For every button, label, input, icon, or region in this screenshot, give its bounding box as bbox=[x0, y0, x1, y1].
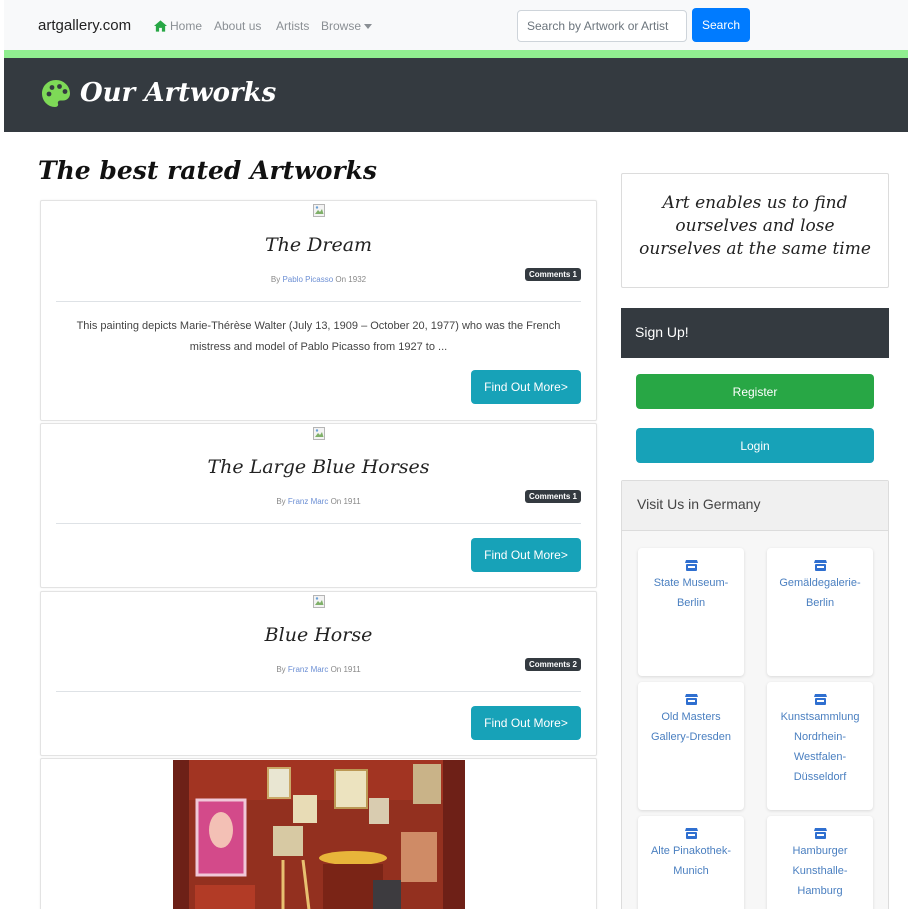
comments-badge: Comments 1 bbox=[524, 268, 581, 281]
divider bbox=[56, 691, 581, 692]
artwork-byline: By Pablo Picasso On 1932 bbox=[41, 275, 596, 284]
nav-artists-link[interactable]: Artists bbox=[276, 19, 309, 33]
building-icon bbox=[684, 828, 698, 839]
byline-by: By bbox=[276, 497, 286, 506]
visit-us-header: Visit Us in Germany bbox=[622, 481, 888, 531]
login-button[interactable]: Login bbox=[636, 428, 874, 463]
search-input[interactable] bbox=[517, 10, 687, 42]
gallery-name: Kunstsammlung Nordrhein-Westfalen-Düssel… bbox=[780, 711, 860, 783]
broken-image-icon bbox=[313, 595, 325, 608]
gallery-card[interactable]: Old Masters Gallery-Dresden bbox=[638, 682, 744, 810]
home-icon bbox=[154, 20, 167, 32]
building-icon bbox=[813, 560, 827, 571]
comments-badge: Comments 2 bbox=[524, 658, 581, 671]
visit-us-panel: Visit Us in Germany State Museum-Berlin … bbox=[621, 480, 889, 909]
nav-browse-label: Browse bbox=[321, 19, 362, 33]
artwork-excerpt: This painting depicts Marie-Thérèse Walt… bbox=[76, 320, 561, 353]
byline-year: On 1932 bbox=[335, 275, 367, 284]
building-icon bbox=[684, 694, 698, 705]
building-icon bbox=[684, 560, 698, 571]
gallery-card[interactable]: State Museum-Berlin bbox=[638, 548, 744, 676]
red-studio-painting bbox=[173, 760, 465, 909]
nav-browse-dropdown[interactable]: Browse bbox=[321, 19, 373, 33]
gallery-card[interactable]: Gemäldegalerie-Berlin bbox=[767, 548, 873, 676]
artwork-title[interactable]: Blue Horse bbox=[41, 624, 596, 646]
register-button[interactable]: Register bbox=[636, 374, 874, 409]
artist-link[interactable]: Franz Marc bbox=[288, 497, 328, 506]
broken-image-icon bbox=[313, 204, 325, 217]
building-icon bbox=[813, 694, 827, 705]
gallery-card[interactable]: Alte Pinakothek-Munich bbox=[638, 816, 744, 909]
palette-icon bbox=[42, 80, 70, 107]
divider bbox=[56, 523, 581, 524]
byline-by: By bbox=[270, 275, 281, 284]
section-heading: The best rated Artworks bbox=[38, 156, 377, 185]
quote-text: Art enables us to find ourselves and los… bbox=[639, 193, 871, 259]
gallery-card[interactable]: Hamburger Kunsthalle-Hamburg bbox=[767, 816, 873, 909]
artwork-title[interactable]: The Dream bbox=[41, 234, 596, 256]
gallery-card[interactable]: Kunstsammlung Nordrhein-Westfalen-Düssel… bbox=[767, 682, 873, 810]
gallery-name: Gemäldegalerie-Berlin bbox=[779, 577, 861, 609]
artwork-byline: By Franz Marc On 1911 bbox=[41, 497, 596, 506]
byline-by: By bbox=[276, 665, 286, 674]
quote-box: Art enables us to find ourselves and los… bbox=[621, 173, 889, 288]
chevron-down-icon bbox=[364, 23, 373, 29]
comments-badge: Comments 1 bbox=[524, 490, 581, 503]
signup-header: Sign Up! bbox=[621, 308, 889, 358]
artist-link[interactable]: Pablo Picasso bbox=[282, 275, 333, 284]
top-navbar: artgallery.com Home About us Artists Bro… bbox=[4, 0, 908, 50]
broken-image-icon bbox=[313, 427, 325, 440]
nav-home-label: Home bbox=[170, 19, 203, 33]
page-title: Our Artworks bbox=[80, 78, 277, 108]
gallery-name: Old Masters Gallery-Dresden bbox=[650, 711, 732, 743]
find-out-more-button[interactable]: Find Out More> bbox=[471, 706, 581, 740]
site-brand[interactable]: artgallery.com bbox=[38, 17, 131, 34]
find-out-more-button[interactable]: Find Out More> bbox=[471, 538, 581, 572]
artwork-card: Blue Horse By Franz Marc On 1911 Comment… bbox=[40, 591, 597, 756]
artwork-image[interactable] bbox=[173, 760, 465, 909]
artwork-byline: By Franz Marc On 1911 bbox=[41, 665, 596, 674]
divider bbox=[56, 301, 581, 302]
gallery-name: Hamburger Kunsthalle-Hamburg bbox=[792, 845, 848, 897]
artwork-card: The Dream By Pablo Picasso On 1932 Comme… bbox=[40, 200, 597, 421]
find-out-more-button[interactable]: Find Out More> bbox=[471, 370, 581, 404]
artist-link[interactable]: Franz Marc bbox=[288, 665, 328, 674]
byline-year: On 1911 bbox=[330, 497, 361, 506]
page-banner: Our Artworks bbox=[4, 58, 908, 132]
nav-about-link[interactable]: About us bbox=[214, 19, 261, 33]
building-icon bbox=[813, 828, 827, 839]
gallery-name: Alte Pinakothek-Munich bbox=[650, 845, 732, 877]
gallery-name: State Museum-Berlin bbox=[653, 577, 729, 609]
byline-year: On 1911 bbox=[330, 665, 361, 674]
artwork-title[interactable]: The Large Blue Horses bbox=[41, 456, 596, 478]
accent-strip bbox=[4, 50, 908, 58]
nav-home-link[interactable]: Home bbox=[154, 19, 202, 33]
artwork-card: The Large Blue Horses By Franz Marc On 1… bbox=[40, 423, 597, 588]
search-button[interactable]: Search bbox=[692, 8, 750, 42]
artwork-card bbox=[40, 758, 597, 909]
